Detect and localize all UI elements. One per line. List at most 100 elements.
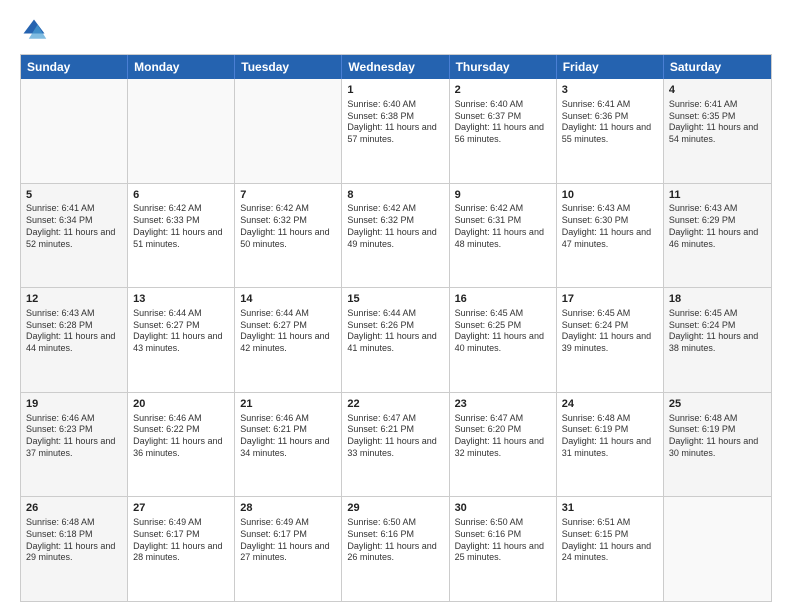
day-number: 21 [240, 397, 336, 412]
day-info: Sunrise: 6:41 AM Sunset: 6:35 PM Dayligh… [669, 99, 766, 146]
day-number: 31 [562, 501, 658, 516]
day-info: Sunrise: 6:49 AM Sunset: 6:17 PM Dayligh… [240, 517, 336, 564]
day-info: Sunrise: 6:44 AM Sunset: 6:27 PM Dayligh… [133, 308, 229, 355]
calendar-cell: 27Sunrise: 6:49 AM Sunset: 6:17 PM Dayli… [128, 497, 235, 601]
day-number: 19 [26, 397, 122, 412]
day-number: 29 [347, 501, 443, 516]
day-number: 11 [669, 188, 766, 203]
day-info: Sunrise: 6:42 AM Sunset: 6:32 PM Dayligh… [347, 203, 443, 250]
day-info: Sunrise: 6:48 AM Sunset: 6:19 PM Dayligh… [562, 413, 658, 460]
day-number: 1 [347, 83, 443, 98]
calendar-cell: 14Sunrise: 6:44 AM Sunset: 6:27 PM Dayli… [235, 288, 342, 392]
calendar-cell: 4Sunrise: 6:41 AM Sunset: 6:35 PM Daylig… [664, 79, 771, 183]
calendar-cell [128, 79, 235, 183]
calendar-cell: 15Sunrise: 6:44 AM Sunset: 6:26 PM Dayli… [342, 288, 449, 392]
day-number: 16 [455, 292, 551, 307]
calendar-cell: 12Sunrise: 6:43 AM Sunset: 6:28 PM Dayli… [21, 288, 128, 392]
calendar-row: 19Sunrise: 6:46 AM Sunset: 6:23 PM Dayli… [21, 392, 771, 497]
logo [20, 16, 52, 44]
day-info: Sunrise: 6:44 AM Sunset: 6:26 PM Dayligh… [347, 308, 443, 355]
calendar-header: SundayMondayTuesdayWednesdayThursdayFrid… [21, 55, 771, 79]
weekday-header: Tuesday [235, 55, 342, 79]
day-number: 20 [133, 397, 229, 412]
day-info: Sunrise: 6:47 AM Sunset: 6:21 PM Dayligh… [347, 413, 443, 460]
weekday-header: Thursday [450, 55, 557, 79]
day-info: Sunrise: 6:45 AM Sunset: 6:25 PM Dayligh… [455, 308, 551, 355]
day-info: Sunrise: 6:46 AM Sunset: 6:22 PM Dayligh… [133, 413, 229, 460]
calendar-cell: 29Sunrise: 6:50 AM Sunset: 6:16 PM Dayli… [342, 497, 449, 601]
calendar-cell: 23Sunrise: 6:47 AM Sunset: 6:20 PM Dayli… [450, 393, 557, 497]
day-info: Sunrise: 6:40 AM Sunset: 6:37 PM Dayligh… [455, 99, 551, 146]
calendar-cell [664, 497, 771, 601]
day-info: Sunrise: 6:42 AM Sunset: 6:31 PM Dayligh… [455, 203, 551, 250]
calendar-cell: 18Sunrise: 6:45 AM Sunset: 6:24 PM Dayli… [664, 288, 771, 392]
day-info: Sunrise: 6:46 AM Sunset: 6:21 PM Dayligh… [240, 413, 336, 460]
day-info: Sunrise: 6:50 AM Sunset: 6:16 PM Dayligh… [455, 517, 551, 564]
calendar-cell: 20Sunrise: 6:46 AM Sunset: 6:22 PM Dayli… [128, 393, 235, 497]
day-info: Sunrise: 6:44 AM Sunset: 6:27 PM Dayligh… [240, 308, 336, 355]
day-number: 25 [669, 397, 766, 412]
calendar-cell: 2Sunrise: 6:40 AM Sunset: 6:37 PM Daylig… [450, 79, 557, 183]
day-number: 27 [133, 501, 229, 516]
calendar-cell: 26Sunrise: 6:48 AM Sunset: 6:18 PM Dayli… [21, 497, 128, 601]
calendar-cell: 30Sunrise: 6:50 AM Sunset: 6:16 PM Dayli… [450, 497, 557, 601]
day-info: Sunrise: 6:47 AM Sunset: 6:20 PM Dayligh… [455, 413, 551, 460]
day-number: 30 [455, 501, 551, 516]
calendar-cell: 8Sunrise: 6:42 AM Sunset: 6:32 PM Daylig… [342, 184, 449, 288]
calendar-cell: 3Sunrise: 6:41 AM Sunset: 6:36 PM Daylig… [557, 79, 664, 183]
day-info: Sunrise: 6:42 AM Sunset: 6:32 PM Dayligh… [240, 203, 336, 250]
day-number: 23 [455, 397, 551, 412]
calendar-row: 1Sunrise: 6:40 AM Sunset: 6:38 PM Daylig… [21, 79, 771, 183]
day-info: Sunrise: 6:48 AM Sunset: 6:19 PM Dayligh… [669, 413, 766, 460]
calendar-row: 12Sunrise: 6:43 AM Sunset: 6:28 PM Dayli… [21, 287, 771, 392]
calendar-cell: 9Sunrise: 6:42 AM Sunset: 6:31 PM Daylig… [450, 184, 557, 288]
page-header [20, 16, 772, 44]
calendar-cell [21, 79, 128, 183]
day-number: 8 [347, 188, 443, 203]
day-info: Sunrise: 6:48 AM Sunset: 6:18 PM Dayligh… [26, 517, 122, 564]
day-number: 5 [26, 188, 122, 203]
weekday-header: Monday [128, 55, 235, 79]
calendar-cell: 16Sunrise: 6:45 AM Sunset: 6:25 PM Dayli… [450, 288, 557, 392]
calendar-cell: 21Sunrise: 6:46 AM Sunset: 6:21 PM Dayli… [235, 393, 342, 497]
day-number: 24 [562, 397, 658, 412]
day-number: 3 [562, 83, 658, 98]
day-number: 2 [455, 83, 551, 98]
calendar-cell: 28Sunrise: 6:49 AM Sunset: 6:17 PM Dayli… [235, 497, 342, 601]
calendar-row: 26Sunrise: 6:48 AM Sunset: 6:18 PM Dayli… [21, 496, 771, 601]
calendar-cell: 1Sunrise: 6:40 AM Sunset: 6:38 PM Daylig… [342, 79, 449, 183]
calendar-cell: 10Sunrise: 6:43 AM Sunset: 6:30 PM Dayli… [557, 184, 664, 288]
day-number: 13 [133, 292, 229, 307]
weekday-header: Wednesday [342, 55, 449, 79]
logo-icon [20, 16, 48, 44]
day-info: Sunrise: 6:46 AM Sunset: 6:23 PM Dayligh… [26, 413, 122, 460]
weekday-header: Sunday [21, 55, 128, 79]
calendar-cell: 31Sunrise: 6:51 AM Sunset: 6:15 PM Dayli… [557, 497, 664, 601]
day-info: Sunrise: 6:51 AM Sunset: 6:15 PM Dayligh… [562, 517, 658, 564]
day-number: 26 [26, 501, 122, 516]
day-number: 7 [240, 188, 336, 203]
day-info: Sunrise: 6:50 AM Sunset: 6:16 PM Dayligh… [347, 517, 443, 564]
calendar-cell: 13Sunrise: 6:44 AM Sunset: 6:27 PM Dayli… [128, 288, 235, 392]
calendar-cell: 24Sunrise: 6:48 AM Sunset: 6:19 PM Dayli… [557, 393, 664, 497]
calendar-cell [235, 79, 342, 183]
calendar-row: 5Sunrise: 6:41 AM Sunset: 6:34 PM Daylig… [21, 183, 771, 288]
calendar-cell: 5Sunrise: 6:41 AM Sunset: 6:34 PM Daylig… [21, 184, 128, 288]
day-number: 22 [347, 397, 443, 412]
calendar-body: 1Sunrise: 6:40 AM Sunset: 6:38 PM Daylig… [21, 79, 771, 601]
day-info: Sunrise: 6:43 AM Sunset: 6:30 PM Dayligh… [562, 203, 658, 250]
day-info: Sunrise: 6:49 AM Sunset: 6:17 PM Dayligh… [133, 517, 229, 564]
calendar-cell: 19Sunrise: 6:46 AM Sunset: 6:23 PM Dayli… [21, 393, 128, 497]
day-number: 28 [240, 501, 336, 516]
calendar-cell: 17Sunrise: 6:45 AM Sunset: 6:24 PM Dayli… [557, 288, 664, 392]
day-number: 15 [347, 292, 443, 307]
day-info: Sunrise: 6:45 AM Sunset: 6:24 PM Dayligh… [562, 308, 658, 355]
weekday-header: Friday [557, 55, 664, 79]
calendar: SundayMondayTuesdayWednesdayThursdayFrid… [20, 54, 772, 602]
day-info: Sunrise: 6:43 AM Sunset: 6:29 PM Dayligh… [669, 203, 766, 250]
day-number: 17 [562, 292, 658, 307]
day-info: Sunrise: 6:45 AM Sunset: 6:24 PM Dayligh… [669, 308, 766, 355]
calendar-cell: 6Sunrise: 6:42 AM Sunset: 6:33 PM Daylig… [128, 184, 235, 288]
day-info: Sunrise: 6:40 AM Sunset: 6:38 PM Dayligh… [347, 99, 443, 146]
day-number: 18 [669, 292, 766, 307]
